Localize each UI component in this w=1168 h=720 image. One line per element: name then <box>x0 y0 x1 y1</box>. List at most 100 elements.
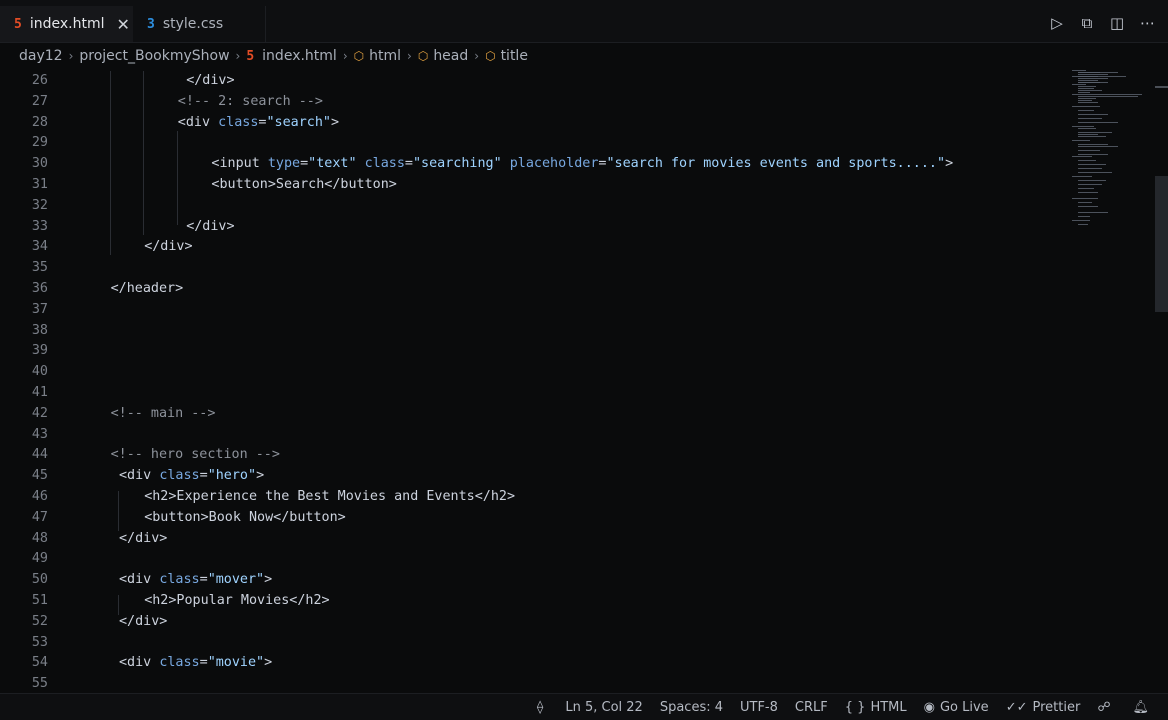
code-line[interactable]: 31 <button>Search</button> <box>0 175 1060 195</box>
line-number: 48 <box>31 530 48 546</box>
prettier-status[interactable]: ✓✓ Prettier <box>1006 700 1081 715</box>
breadcrumb-symbol-html[interactable]: html <box>369 48 401 64</box>
minimap-line <box>1078 146 1118 147</box>
code-line[interactable]: 33 </div> <box>0 217 1060 237</box>
code-line[interactable]: 37 <box>0 300 1060 320</box>
minimap-line <box>1078 224 1088 225</box>
breadcrumb-symbol-head[interactable]: head <box>433 48 468 64</box>
minimap-line <box>1078 132 1112 133</box>
minimap-line <box>1078 98 1096 99</box>
more-actions-icon[interactable]: ⋯ <box>1140 14 1155 32</box>
split-editor-icon[interactable]: ◫ <box>1110 14 1124 32</box>
code-text: </header> <box>111 279 184 299</box>
minimap-line <box>1078 188 1094 189</box>
code-line[interactable]: 36 </header> <box>0 279 1060 299</box>
code-line[interactable]: 38 <box>0 321 1060 341</box>
source-control-sync[interactable]: ⟠ <box>537 700 548 715</box>
run-icon[interactable]: ▷ <box>1050 14 1064 32</box>
code-line[interactable]: 54 <div class="movie"> <box>0 653 1060 673</box>
code-line[interactable]: 47 <button>Book Now</button> <box>0 508 1060 528</box>
code-line[interactable]: 41 <box>0 383 1060 403</box>
minimap-line <box>1072 220 1090 221</box>
minimap-line <box>1072 198 1098 199</box>
breadcrumb-folder-project[interactable]: project_BookmyShow <box>79 48 229 64</box>
encoding-setting[interactable]: UTF-8 <box>740 700 778 715</box>
tab-index-html[interactable]: 5 index.html ✕ <box>0 6 133 42</box>
minimap-line <box>1078 160 1096 161</box>
code-token: </div> <box>119 530 168 546</box>
code-text: <button>Search</button> <box>211 175 396 195</box>
code-line[interactable]: 51 <h2>Popular Movies</h2> <box>0 591 1060 611</box>
code-line[interactable]: 34 </div> <box>0 237 1060 257</box>
code-token: <h2>Popular Movies</h2> <box>144 593 330 608</box>
code-token: <button>Search</button> <box>211 177 397 192</box>
minimap-line <box>1072 106 1100 107</box>
breadcrumb-symbol-title[interactable]: title <box>501 48 528 64</box>
code-token: <h2>Experience the Best Movies and Event… <box>144 489 516 504</box>
code-line[interactable]: 45 <div class="hero"> <box>0 466 1060 486</box>
line-number: 41 <box>31 385 48 400</box>
line-number: 30 <box>31 156 48 172</box>
code-string: "search" <box>266 114 331 130</box>
code-line[interactable]: 42 <!-- main --> <box>0 404 1060 424</box>
code-text: </div> <box>186 71 234 91</box>
minimap-line <box>1078 216 1090 217</box>
code-line[interactable]: 27 <!-- 2: search --> <box>0 92 1060 112</box>
code-token: > <box>330 114 340 130</box>
code-line[interactable]: 46 <h2>Experience the Best Movies and Eve… <box>0 487 1060 507</box>
minimap-line <box>1078 154 1108 155</box>
minimap-line <box>1078 172 1112 173</box>
indentation-setting[interactable]: Spaces: 4 <box>660 700 723 715</box>
code-text: <!-- main --> <box>111 404 216 424</box>
breadcrumb-folder-day12[interactable]: day12 <box>19 48 63 64</box>
breadcrumb-file[interactable]: index.html <box>262 48 337 64</box>
code-line[interactable]: 32 <box>0 196 1060 216</box>
line-number: 37 <box>31 301 48 317</box>
minimap-line <box>1078 180 1106 181</box>
line-number: 50 <box>31 572 48 588</box>
code-token: <div <box>119 655 160 671</box>
code-line[interactable]: 48 </div> <box>0 529 1060 549</box>
code-text: <input type="text" class="searching" pla… <box>211 154 953 174</box>
code-line[interactable]: 40 <box>0 362 1060 382</box>
code-attribute: type <box>267 156 301 172</box>
code-line[interactable]: 43 <box>0 425 1060 445</box>
code-line[interactable]: 52 </div> <box>0 612 1060 632</box>
code-line[interactable]: 50 <div class="mover"> <box>0 570 1060 590</box>
html5-icon: 5 <box>246 48 255 64</box>
cursor-position[interactable]: Ln 5, Col 22 <box>565 700 642 715</box>
minimap-line <box>1078 192 1098 193</box>
minimap-line <box>1078 164 1106 165</box>
code-line[interactable]: 29 <box>0 133 1060 153</box>
open-preview-icon[interactable]: ⧉ <box>1080 14 1094 32</box>
eol-setting[interactable]: CRLF <box>795 700 828 715</box>
tab-style-css[interactable]: 3 style.css <box>133 6 266 42</box>
code-attribute: class <box>364 156 405 172</box>
code-line[interactable]: 39 <box>0 341 1060 361</box>
code-token: > <box>264 655 273 671</box>
code-line[interactable]: 53 <box>0 633 1060 653</box>
go-live-button[interactable]: ◉ Go Live <box>924 700 989 715</box>
minimap-line <box>1072 70 1086 71</box>
notifications-button[interactable]: 🔔︎ <box>1132 700 1154 715</box>
close-icon[interactable]: ✕ <box>116 15 129 34</box>
breadcrumb: day12 › project_BookmyShow › 5 index.htm… <box>0 44 1168 68</box>
code-line[interactable]: 26 </div> <box>0 71 1060 91</box>
code-line[interactable]: 49 <box>0 549 1060 569</box>
code-line[interactable]: 35 <box>0 258 1060 278</box>
vertical-scrollbar[interactable] <box>1155 176 1168 312</box>
code-comment: <!-- hero section --> <box>110 447 280 463</box>
code-line[interactable]: 55 <box>0 674 1060 693</box>
code-token: > <box>256 468 265 484</box>
minimap-line <box>1078 168 1102 169</box>
language-mode[interactable]: { } HTML <box>845 700 907 715</box>
chevron-right-icon: › <box>474 49 480 63</box>
minimap[interactable] <box>1068 66 1156 236</box>
code-string: "movie" <box>207 655 265 671</box>
code-line[interactable]: 28 <div class="search"> <box>0 113 1060 133</box>
code-line[interactable]: 44 <!-- hero section --> <box>0 445 1060 465</box>
code-line[interactable]: 30 <input type="text" class="searching" p… <box>0 154 1060 174</box>
minimap-line <box>1078 202 1092 203</box>
feedback-button[interactable]: ☍ <box>1097 700 1115 715</box>
code-editor[interactable]: 26 </div> 27 <!-- 2: search --> 28 <div class… <box>0 71 1168 693</box>
